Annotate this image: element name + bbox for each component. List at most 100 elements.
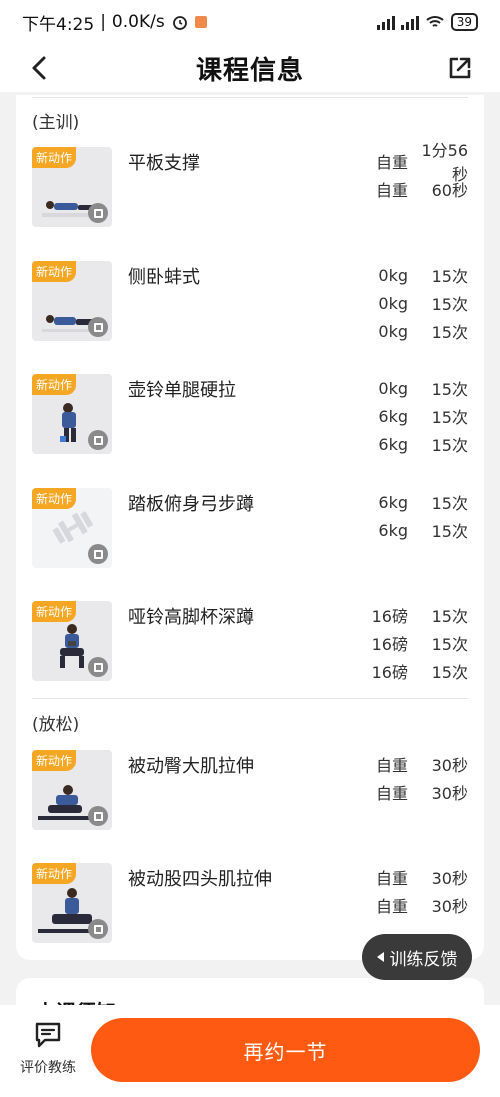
replay-icon[interactable]	[88, 657, 108, 677]
rate-coach-button[interactable]: 评价教练	[18, 1021, 78, 1077]
set-row: 0kg 15次	[348, 374, 468, 402]
exercise-thumbnail[interactable]: 新动作	[32, 374, 112, 454]
set-weight: 0kg	[378, 293, 408, 313]
page-title: 课程信息	[195, 55, 304, 86]
exercise-item[interactable]: 新动作 平板支撑 自重 1分56秒 自重 60秒	[32, 141, 468, 237]
set-row: 自重 60秒	[348, 175, 468, 203]
exercise-item[interactable]: 新动作 壶铃单腿硬拉 0kg 15次 6kg 15次 6kg 15次	[32, 374, 468, 464]
exercise-thumbnail[interactable]: 新动作	[32, 601, 112, 681]
exercise-item[interactable]: 新动作 侧卧蚌式 0kg 15次 0kg 15次 0kg 15次	[32, 261, 468, 351]
set-row: 6kg 15次	[348, 430, 468, 458]
exercise-item[interactable]: 新动作 哑铃高脚杯深蹲 16磅 15次 16磅 15次 16磅 15次	[32, 601, 468, 691]
set-weight: 自重	[375, 869, 408, 888]
set-weight: 6kg	[378, 492, 408, 512]
set-reps: 15次	[431, 635, 468, 654]
set-row: 自重 30秒	[348, 778, 468, 806]
exercise-name: 哑铃高脚杯深蹲	[128, 607, 254, 628]
section-label-cooldown: (放松)	[32, 715, 80, 735]
status-time: 下午4:25	[22, 14, 95, 35]
set-weight: 0kg	[378, 378, 408, 398]
book-again-button[interactable]: 再约一节	[91, 1018, 480, 1082]
exercise-name: 壶铃单腿硬拉	[128, 380, 236, 401]
set-weight: 0kg	[378, 321, 408, 341]
set-reps: 15次	[431, 436, 468, 455]
set-list: 自重 30秒 自重 30秒	[348, 863, 468, 919]
new-move-badge: 新动作	[32, 374, 77, 395]
exercise-name: 平板支撑	[128, 153, 200, 174]
new-move-badge: 新动作	[32, 863, 77, 884]
set-reps: 15次	[431, 494, 468, 513]
caret-left-icon	[376, 952, 384, 962]
set-row: 自重 1分56秒	[348, 141, 468, 184]
new-move-badge: 新动作	[32, 147, 77, 168]
set-reps: 15次	[431, 295, 468, 314]
exercise-name: 被动股四头肌拉伸	[128, 869, 272, 890]
set-reps: 15次	[431, 380, 468, 399]
set-list: 16磅 15次 16磅 15次 16磅 15次	[348, 601, 468, 685]
rate-coach-label: 评价教练	[20, 1060, 76, 1076]
set-weight: 0kg	[378, 265, 408, 285]
new-move-badge: 新动作	[32, 750, 77, 771]
set-weight: 自重	[375, 153, 408, 172]
replay-icon[interactable]	[88, 430, 108, 450]
divider	[32, 97, 468, 98]
exercise-thumbnail[interactable]: 新动作	[32, 147, 112, 227]
set-list: 6kg 15次 6kg 15次	[348, 488, 468, 544]
set-row: 6kg 15次	[348, 488, 468, 516]
exercise-item[interactable]: 新动作 被动臀大肌拉伸 自重 30秒 自重 30秒	[32, 750, 468, 840]
set-weight: 6kg	[378, 520, 408, 540]
wifi-icon	[426, 16, 444, 27]
section-label-main: (主训)	[32, 113, 80, 133]
replay-icon[interactable]	[88, 919, 108, 939]
set-row: 6kg 15次	[348, 402, 468, 430]
nav-header: 课程信息	[0, 44, 500, 92]
exercise-name: 被动臀大肌拉伸	[128, 756, 254, 777]
status-bar: 下午4:25 | 0.0K/s 39	[0, 0, 500, 44]
exercise-thumbnail[interactable]: 新动作	[32, 750, 112, 830]
set-weight: 16磅	[371, 663, 408, 682]
course-card: (主训) 新动作 平板支撑 自重 1分56秒 自重 60秒 新动作 侧卧蚌式 0kg…	[16, 95, 484, 960]
exercise-name: 侧卧蚌式	[128, 267, 200, 288]
set-list: 自重 1分56秒 自重 60秒	[348, 141, 468, 203]
exercise-name: 踏板俯身弓步蹲	[128, 494, 254, 515]
set-reps: 30秒	[431, 897, 468, 916]
set-row: 0kg 15次	[348, 261, 468, 289]
back-icon[interactable]	[22, 50, 58, 86]
set-row: 自重 30秒	[348, 750, 468, 778]
replay-icon[interactable]	[88, 806, 108, 826]
set-weight: 16磅	[371, 635, 408, 654]
set-row: 6kg 15次	[348, 516, 468, 544]
divider	[32, 698, 468, 699]
alarm-icon	[172, 16, 187, 30]
book-again-label: 再约一节	[243, 1039, 328, 1064]
app-notification-icon	[194, 16, 207, 28]
set-list: 0kg 15次 0kg 15次 0kg 15次	[348, 261, 468, 345]
share-icon[interactable]	[442, 50, 478, 86]
training-feedback-button[interactable]: 训练反馈	[362, 934, 472, 980]
set-weight: 自重	[375, 897, 408, 916]
signal-icon-2	[400, 14, 419, 30]
replay-icon[interactable]	[88, 544, 108, 564]
set-reps: 15次	[431, 663, 468, 682]
signal-icon	[376, 14, 395, 30]
set-reps: 15次	[431, 323, 468, 342]
exercise-thumbnail[interactable]: 新动作	[32, 261, 112, 341]
exercise-item[interactable]: 新动作 踏板俯身弓步蹲 6kg 15次 6kg 15次	[32, 488, 468, 578]
bottom-action-bar: 评价教练 再约一节	[0, 1005, 500, 1097]
set-list: 自重 30秒 自重 30秒	[348, 750, 468, 806]
replay-icon[interactable]	[88, 317, 108, 337]
replay-icon[interactable]	[88, 203, 108, 223]
set-row: 0kg 15次	[348, 317, 468, 345]
set-reps: 30秒	[431, 756, 468, 775]
set-weight: 自重	[375, 181, 408, 200]
set-reps: 15次	[431, 267, 468, 286]
new-move-badge: 新动作	[32, 261, 77, 282]
set-weight: 6kg	[378, 406, 408, 426]
set-reps: 15次	[431, 522, 468, 541]
set-reps: 30秒	[431, 869, 468, 888]
exercise-thumbnail[interactable]: 新动作	[32, 488, 112, 568]
comment-icon	[35, 1022, 61, 1048]
exercise-thumbnail[interactable]: 新动作	[32, 863, 112, 943]
set-reps: 60秒	[431, 181, 468, 200]
set-row: 自重 30秒	[348, 863, 468, 891]
